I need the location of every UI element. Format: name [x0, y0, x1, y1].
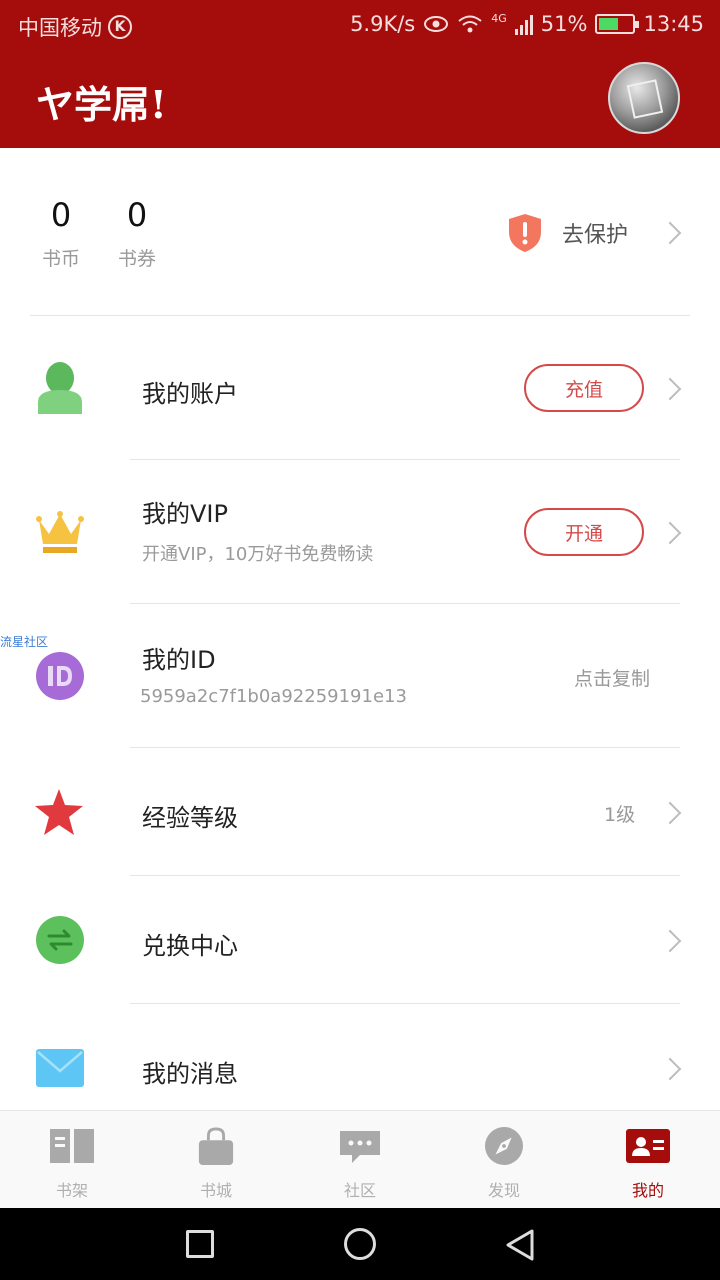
coins-stat[interactable]: 0 书币 — [34, 196, 88, 271]
tab-community[interactable]: 社区 — [288, 1111, 432, 1209]
messages-title: 我的消息 — [142, 1060, 238, 1088]
level-title: 经验等级 — [142, 804, 238, 832]
shopping-bag-icon — [198, 1127, 234, 1165]
account-title: 我的账户 — [142, 380, 238, 408]
divider — [130, 875, 680, 876]
tab-label: 社区 — [343, 1181, 376, 1200]
k-app-icon: K — [108, 15, 132, 39]
coupons-label: 书券 — [117, 248, 156, 270]
protect-label: 去保护 — [562, 223, 629, 248]
eye-icon — [424, 16, 449, 32]
coins-label: 书币 — [41, 248, 80, 270]
coupons-stat[interactable]: 0 书券 — [110, 196, 164, 271]
signal-icon — [514, 13, 533, 35]
system-nav-bar — [0, 1208, 720, 1280]
tab-bookstore[interactable]: 书城 — [144, 1111, 288, 1209]
activate-vip-button[interactable]: 开通 — [524, 508, 644, 556]
user-icon — [38, 362, 82, 414]
protect-account-link[interactable]: 去保护 — [506, 212, 628, 254]
wifi-icon — [458, 15, 482, 33]
clock: 13:45 — [643, 12, 704, 36]
watermark: 流星社区 — [0, 635, 49, 649]
chevron-right-icon — [658, 1057, 682, 1081]
exchange-title: 兑换中心 — [142, 932, 238, 960]
divider — [130, 747, 680, 748]
tab-mine[interactable]: 我的 — [576, 1111, 720, 1209]
divider — [30, 315, 690, 316]
back-button[interactable] — [504, 1228, 536, 1262]
app-header: 中国移动 K 5.9K/s 4G 51% 13:45 ヤ学屌! — [0, 0, 720, 148]
chevron-right-icon — [658, 929, 682, 953]
vip-title: 我的VIP — [142, 500, 228, 528]
recent-apps-button[interactable] — [186, 1230, 214, 1258]
carrier-label: 中国移动 — [18, 16, 102, 40]
avatar[interactable] — [608, 62, 680, 134]
profile-card-icon — [626, 1129, 670, 1163]
home-button[interactable] — [344, 1228, 376, 1260]
divider — [130, 459, 680, 460]
coins-value: 0 — [50, 196, 72, 234]
tab-discover[interactable]: 发现 — [432, 1111, 576, 1209]
book-icon — [50, 1129, 94, 1163]
vip-subtitle: 开通VIP，10万好书免费畅读 — [142, 544, 374, 565]
tab-label: 书城 — [199, 1181, 232, 1200]
divider — [130, 1003, 680, 1004]
tab-label: 我的 — [631, 1181, 664, 1200]
chevron-right-icon — [658, 221, 682, 245]
bottom-tab-bar: 书架 书城 社区 发现 我的 — [0, 1110, 720, 1208]
tab-label: 发现 — [487, 1181, 520, 1200]
network-speed: 5.9K/s — [350, 12, 416, 36]
chevron-right-icon — [658, 521, 682, 545]
network-type: 4G — [491, 12, 507, 25]
shield-warning-icon — [509, 214, 541, 252]
recharge-button[interactable]: 充值 — [524, 364, 644, 412]
exchange-icon — [36, 916, 84, 964]
crown-icon — [36, 511, 84, 553]
status-bar: 中国移动 K 5.9K/s 4G 51% 13:45 — [0, 0, 720, 50]
tab-bookshelf[interactable]: 书架 — [0, 1111, 144, 1209]
id-title: 我的ID — [142, 646, 216, 674]
chevron-right-icon — [658, 801, 682, 825]
battery-icon — [595, 14, 640, 34]
tab-label: 书架 — [55, 1181, 88, 1200]
coupons-value: 0 — [126, 196, 148, 234]
compass-icon — [485, 1127, 523, 1165]
chat-icon — [340, 1131, 380, 1163]
battery-percent: 51% — [540, 12, 588, 36]
page-title: ヤ学屌! — [36, 82, 167, 127]
level-value: 1级 — [604, 804, 636, 826]
mail-icon — [36, 1049, 84, 1087]
star-icon — [35, 789, 83, 835]
copy-id-link[interactable]: 点击复制 — [574, 664, 650, 691]
chevron-right-icon — [658, 377, 682, 401]
id-badge-icon — [36, 652, 84, 700]
divider — [130, 603, 680, 604]
id-value: 5959a2c7f1b0a92259191e13 — [140, 686, 407, 707]
